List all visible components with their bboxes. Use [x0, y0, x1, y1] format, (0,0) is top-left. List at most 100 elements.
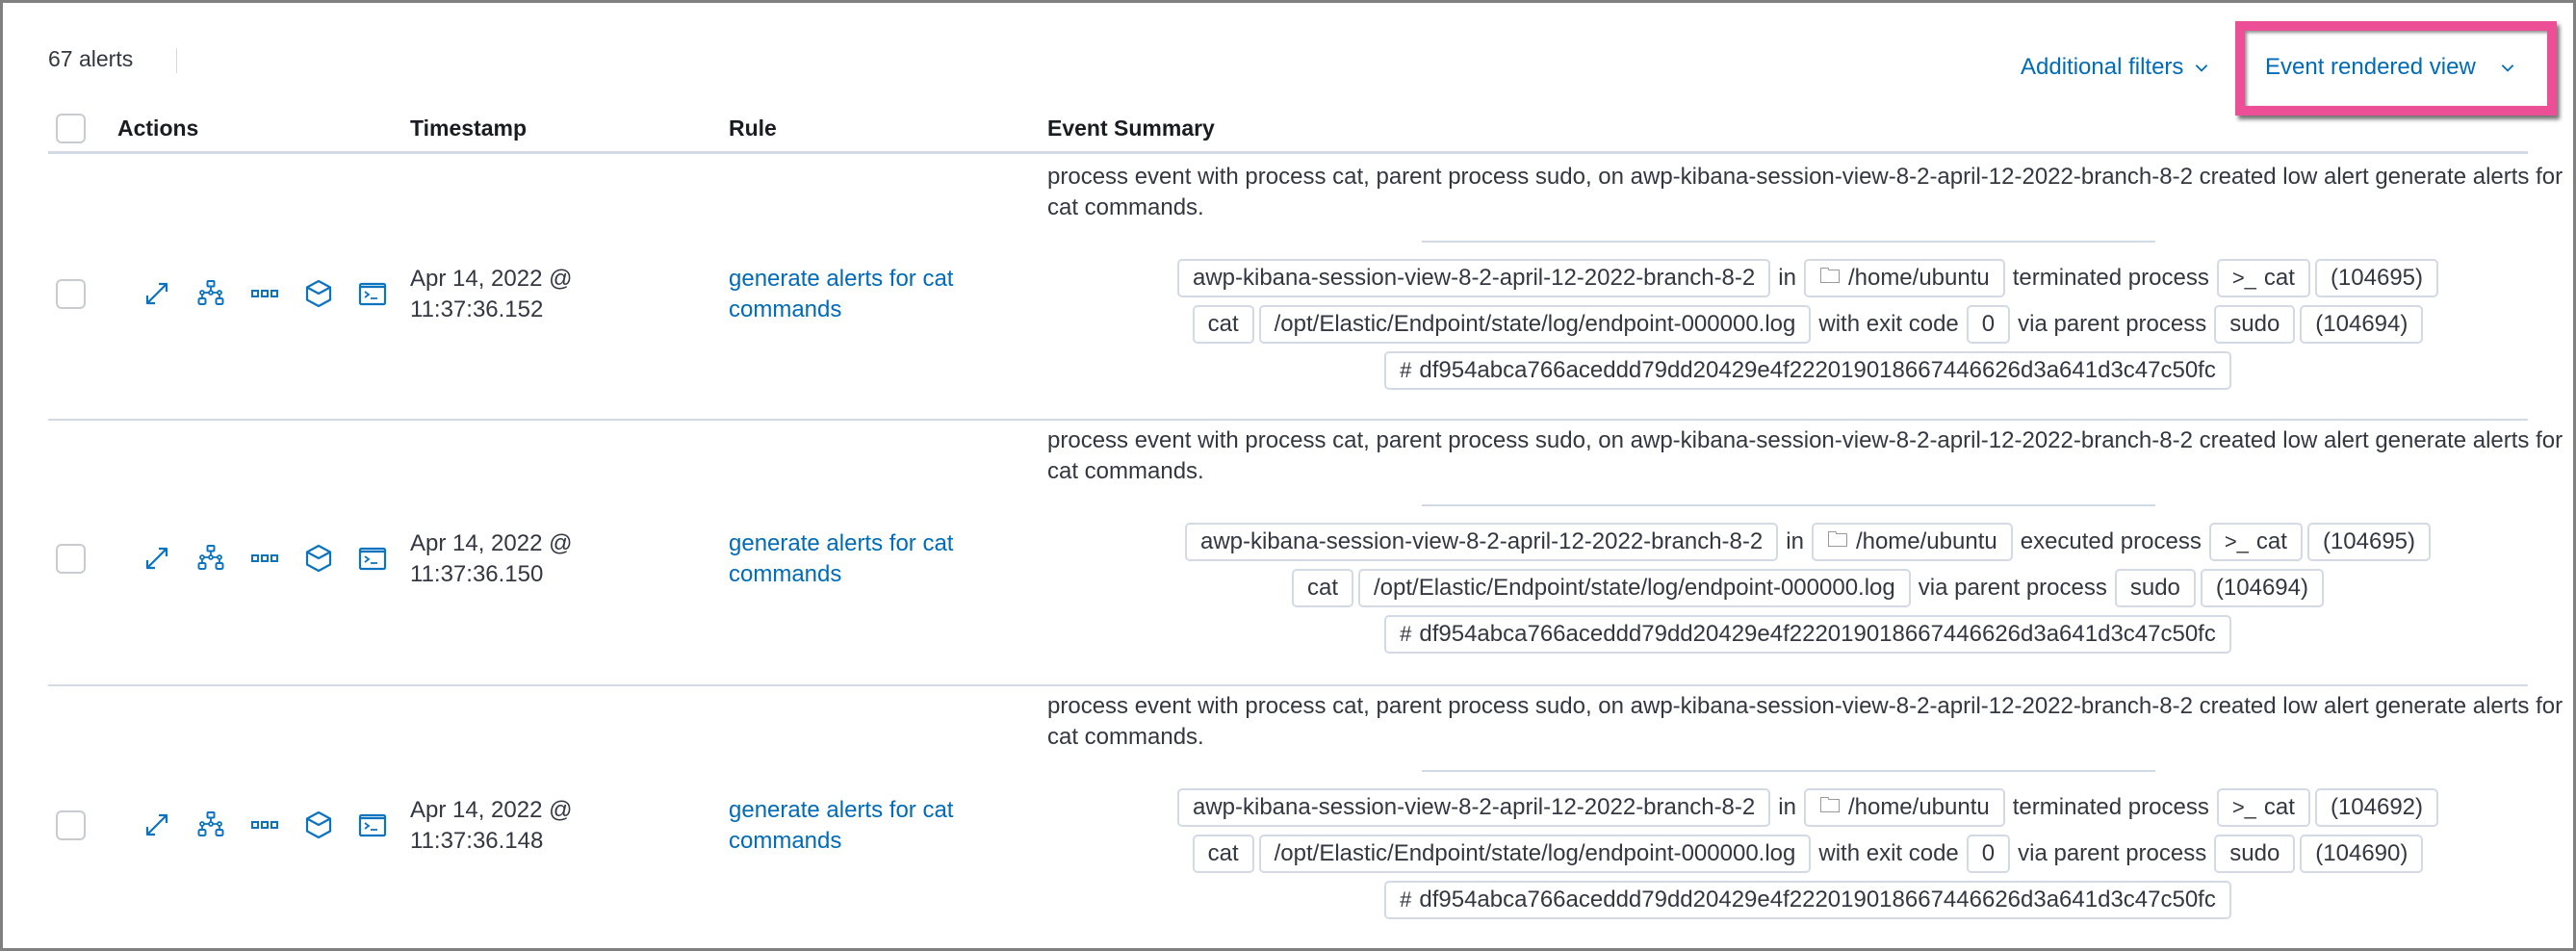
- more-actions-icon: [251, 554, 278, 562]
- event-line-hash: # df954abca766aceddd79dd20429e4f222019018…: [1384, 880, 2231, 920]
- process-hash-badge[interactable]: # df954abca766aceddd79dd20429e4f222019018…: [1384, 615, 2231, 654]
- host-name-badge[interactable]: awp-kibana-session-view-8-2-april-12-202…: [1176, 788, 1771, 827]
- process-args-badge-text: cat: [1207, 840, 1239, 866]
- chevron-down-icon: [2501, 64, 2514, 72]
- additional-filters-button[interactable]: Additional filters: [2021, 54, 2210, 81]
- parent-process-name-badge[interactable]: sudo: [2214, 835, 2296, 873]
- process-args-badge[interactable]: cat: [1192, 305, 1254, 344]
- process-args-badge-text: cat: [1207, 311, 1239, 337]
- process-hash-badge[interactable]: # df954abca766aceddd79dd20429e4f222019018…: [1384, 351, 2231, 390]
- host-name-badge[interactable]: awp-kibana-session-view-8-2-april-12-202…: [1184, 523, 1779, 561]
- header-divider: [48, 151, 2528, 154]
- working-directory-badge[interactable]: 🗀/home/ubuntu: [1803, 259, 2005, 297]
- working-directory-badge[interactable]: 🗀/home/ubuntu: [1803, 788, 2005, 827]
- in-label: in: [1778, 265, 1796, 291]
- process-pid-badge[interactable]: (104692): [2314, 788, 2439, 827]
- row-checkbox[interactable]: [56, 279, 86, 309]
- expand-event-button[interactable]: [130, 278, 184, 309]
- parent-process-pid-badge[interactable]: (104690): [2300, 835, 2424, 873]
- process-hash-badge-text: df954abca766aceddd79dd20429e4f2220190186…: [1419, 887, 2216, 912]
- session-view-terminal-icon: [358, 282, 387, 306]
- analyze-event-button[interactable]: [184, 278, 238, 309]
- parent-process-name-badge-text: sudo: [2129, 575, 2180, 601]
- event-view-selector[interactable]: Event rendered view: [2265, 54, 2516, 81]
- table-row: Apr 14, 2022 @ 11:37:36.150 generate ale…: [48, 421, 2563, 684]
- session-view-terminal-icon: [358, 813, 387, 837]
- more-actions-button[interactable]: [238, 810, 292, 840]
- summary-divider: [1422, 770, 2155, 772]
- open-session-view-button[interactable]: [346, 278, 399, 309]
- select-all-checkbox[interactable]: [56, 114, 86, 143]
- process-args-badge[interactable]: cat: [1192, 835, 1254, 873]
- column-header-rule[interactable]: Rule: [729, 116, 777, 141]
- parent-process-pid-badge-text: (104694): [2315, 311, 2409, 337]
- row-actions: [130, 810, 399, 840]
- folder-icon: 🗀: [1818, 264, 1841, 288]
- investigate-in-timeline-button[interactable]: [292, 543, 346, 574]
- process-name-badge-text: cat: [2263, 265, 2295, 291]
- parent-process-name-badge[interactable]: sudo: [2114, 569, 2196, 607]
- event-line-hash: # df954abca766aceddd79dd20429e4f222019018…: [1384, 614, 2231, 655]
- expand-event-button[interactable]: [130, 810, 184, 840]
- analyze-event-button[interactable]: [184, 543, 238, 574]
- event-line-process: cat/opt/Elastic/Endpoint/state/log/endpo…: [1192, 304, 2424, 345]
- row-actions: [130, 278, 399, 309]
- parent-process-name-badge-text: sudo: [2229, 311, 2280, 337]
- open-session-view-button[interactable]: [346, 543, 399, 574]
- expand-icon: [145, 547, 168, 570]
- investigate-in-timeline-button[interactable]: [292, 278, 346, 309]
- event-line-host: awp-kibana-session-view-8-2-april-12-202…: [1176, 258, 2439, 298]
- process-hash-badge[interactable]: # df954abca766aceddd79dd20429e4f222019018…: [1384, 881, 2231, 919]
- cube-icon: [305, 544, 332, 573]
- process-pid-badge-text: (104695): [2330, 265, 2424, 291]
- row-actions: [130, 543, 399, 574]
- process-args-badge[interactable]: cat: [1292, 569, 1354, 607]
- timestamp-date: Apr 14, 2022 @: [410, 530, 573, 556]
- parent-process-label: via parent process: [2018, 311, 2207, 337]
- parent-process-label: via parent process: [1918, 575, 2107, 601]
- row-checkbox[interactable]: [56, 544, 86, 574]
- terminal-prompt-icon: >_: [2231, 795, 2256, 819]
- analyze-event-button[interactable]: [184, 810, 238, 840]
- more-actions-button[interactable]: [238, 278, 292, 309]
- exit-code-badge[interactable]: 0: [1966, 305, 2011, 344]
- column-header-event-summary[interactable]: Event Summary: [1047, 116, 1215, 141]
- event-line-process: cat/opt/Elastic/Endpoint/state/log/endpo…: [1292, 568, 2324, 608]
- parent-process-pid-badge-text: (104690): [2315, 840, 2409, 866]
- file-path-badge[interactable]: /opt/Elastic/Endpoint/state/log/endpoint…: [1358, 569, 1911, 607]
- event-view-selector-label: Event rendered view: [2265, 54, 2476, 80]
- row-timestamp: Apr 14, 2022 @ 11:37:36.148: [410, 795, 699, 857]
- folder-icon: 🗀: [1826, 527, 1848, 552]
- exit-code-badge[interactable]: 0: [1966, 835, 2011, 873]
- file-path-badge[interactable]: /opt/Elastic/Endpoint/state/log/endpoint…: [1258, 305, 1812, 344]
- more-actions-button[interactable]: [238, 543, 292, 574]
- process-name-badge[interactable]: >_ cat: [2216, 259, 2310, 297]
- row-checkbox[interactable]: [56, 810, 86, 840]
- event-summary-text: process event with process cat, parent p…: [1047, 164, 2563, 220]
- process-name-badge[interactable]: >_ cat: [2216, 788, 2310, 827]
- rule-name-link[interactable]: generate alerts for cat commands: [729, 528, 1008, 590]
- event-summary: process event with process cat, parent p…: [1047, 425, 2568, 655]
- table-row: Apr 14, 2022 @ 11:37:36.152 generate ale…: [48, 157, 2563, 419]
- host-name-badge[interactable]: awp-kibana-session-view-8-2-april-12-202…: [1176, 259, 1771, 297]
- timestamp-time: 11:37:36.148: [410, 828, 544, 854]
- expand-event-button[interactable]: [130, 543, 184, 574]
- working-directory-badge[interactable]: 🗀 /home/ubuntu: [1811, 523, 2013, 561]
- parent-process-pid-badge[interactable]: (104694): [2200, 569, 2324, 607]
- column-header-timestamp[interactable]: Timestamp: [410, 116, 527, 141]
- timestamp-time: 11:37:36.152: [410, 296, 544, 322]
- process-pid-badge[interactable]: (104695): [2314, 259, 2439, 297]
- investigate-in-timeline-button[interactable]: [292, 810, 346, 840]
- file-path-badge[interactable]: /opt/Elastic/Endpoint/state/log/endpoint…: [1258, 835, 1812, 873]
- rule-name-link[interactable]: generate alerts for cat commands: [729, 795, 1008, 857]
- working-directory-badge-text: /home/ubuntu: [1855, 528, 1997, 554]
- parent-process-name-badge[interactable]: sudo: [2214, 305, 2296, 344]
- open-session-view-button[interactable]: [346, 810, 399, 840]
- process-name-badge[interactable]: >_ cat: [2208, 523, 2303, 561]
- cube-icon: [305, 279, 332, 308]
- more-actions-icon: [251, 821, 278, 829]
- rule-name-link[interactable]: generate alerts for cat commands: [729, 264, 1008, 325]
- timestamp-time: 11:37:36.150: [410, 561, 544, 587]
- parent-process-pid-badge[interactable]: (104694): [2300, 305, 2424, 344]
- process-pid-badge[interactable]: (104695): [2306, 523, 2432, 561]
